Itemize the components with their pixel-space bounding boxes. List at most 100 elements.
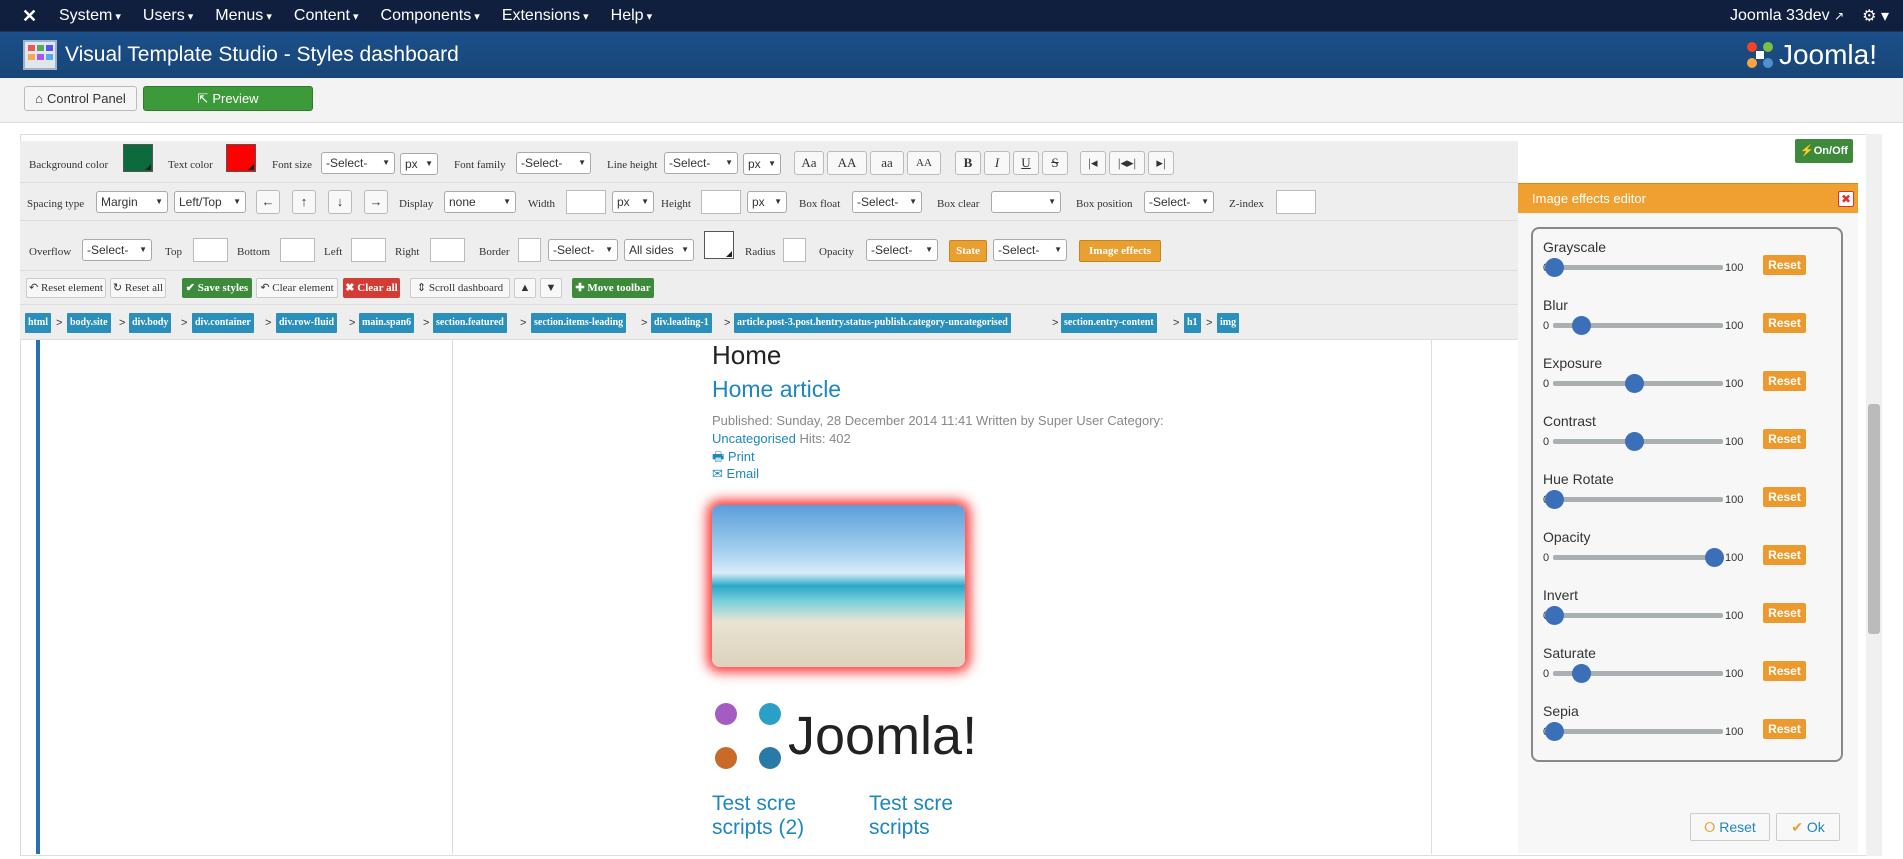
effect-slider-handle[interactable]: [1625, 432, 1644, 451]
control-panel-button[interactable]: ⌂ Control Panel: [24, 86, 137, 111]
arrow-left-icon[interactable]: ←: [256, 190, 280, 214]
state-button[interactable]: State: [949, 240, 987, 262]
menu-components[interactable]: Components: [370, 0, 491, 32]
email-link[interactable]: ✉ Email: [712, 466, 759, 482]
overflow-select[interactable]: -Select-: [82, 239, 152, 261]
path-main[interactable]: main.span6: [359, 313, 415, 333]
test-link-2[interactable]: Test scre scripts: [869, 792, 979, 840]
article-image[interactable]: [712, 505, 965, 667]
reset-all-button[interactable]: ↻ Reset all: [110, 278, 166, 298]
case-smallcaps-button[interactable]: AA: [907, 151, 941, 175]
effect-reset-button[interactable]: Reset: [1763, 719, 1806, 739]
effect-slider-handle[interactable]: [1545, 258, 1564, 277]
path-section-items-leading[interactable]: section.items-leading: [531, 313, 627, 333]
effect-reset-button[interactable]: Reset: [1763, 487, 1806, 507]
menu-help[interactable]: Help: [600, 0, 663, 32]
effect-slider-track[interactable]: [1553, 729, 1723, 734]
spacing-side-select[interactable]: Left/Top: [174, 191, 246, 213]
effect-slider-handle[interactable]: [1572, 664, 1592, 683]
menu-menus[interactable]: Menus: [204, 0, 283, 32]
move-toolbar-button[interactable]: ✚ Move toolbar: [572, 278, 654, 298]
height-unit-select[interactable]: px: [747, 191, 787, 213]
case-lowercase-button[interactable]: aa: [870, 151, 904, 175]
clear-all-button[interactable]: ✖ Clear all: [343, 278, 400, 298]
right-input[interactable]: [430, 238, 465, 262]
case-capitalize-button[interactable]: Aa: [794, 151, 824, 175]
effect-reset-button[interactable]: Reset: [1763, 313, 1806, 333]
bg-color-swatch[interactable]: [123, 144, 153, 172]
effect-slider-handle[interactable]: [1625, 374, 1644, 393]
italic-button[interactable]: I: [984, 151, 1010, 175]
border-sides-select[interactable]: All sides: [624, 239, 694, 261]
border-style-select[interactable]: -Select-: [548, 239, 618, 261]
page-scrollbar[interactable]: [1866, 134, 1882, 856]
effect-reset-button[interactable]: Reset: [1763, 255, 1806, 275]
bold-button[interactable]: B: [955, 151, 981, 175]
arrow-down-icon[interactable]: ↓: [328, 190, 352, 214]
test-link-1[interactable]: Test scre scripts (2): [712, 792, 822, 840]
effect-reset-button[interactable]: Reset: [1763, 371, 1806, 391]
effect-slider-handle[interactable]: [1545, 722, 1564, 741]
path-h1[interactable]: h1: [1184, 313, 1201, 333]
reset-element-button[interactable]: ↶ Reset element: [26, 278, 106, 298]
image-effects-button[interactable]: Image effects: [1079, 240, 1161, 262]
close-icon[interactable]: ✖: [1838, 191, 1854, 207]
caret-up-icon[interactable]: ▲: [514, 278, 536, 298]
on-off-button[interactable]: ⚡On/Off: [1795, 139, 1853, 163]
clear-element-button[interactable]: ↶ Clear element: [256, 278, 338, 298]
menu-content[interactable]: Content: [283, 0, 370, 32]
effect-slider-handle[interactable]: [1705, 548, 1724, 567]
line-height-unit-select[interactable]: px: [743, 153, 781, 175]
save-styles-button[interactable]: ✔ Save styles: [182, 278, 252, 298]
menu-system[interactable]: System: [48, 0, 132, 32]
box-clear-select[interactable]: [991, 191, 1061, 213]
text-color-swatch[interactable]: [226, 144, 256, 172]
joomla-icon[interactable]: ✕: [22, 6, 42, 26]
align-left-icon[interactable]: |◂: [1080, 151, 1106, 175]
z-index-input[interactable]: [1276, 190, 1316, 214]
panel-reset-button[interactable]: ⭘ Reset: [1690, 813, 1770, 841]
path-div-row-fluid[interactable]: div.row-fluid: [276, 313, 338, 333]
opacity-select[interactable]: -Select-: [866, 239, 938, 261]
font-family-select[interactable]: -Select-: [516, 152, 591, 174]
scrollbar-thumb[interactable]: [1868, 404, 1880, 634]
display-select[interactable]: none: [444, 191, 516, 213]
path-article[interactable]: article.post-3.post.hentry.status-publis…: [734, 313, 1011, 333]
width-input[interactable]: [566, 190, 606, 214]
effect-slider-track[interactable]: [1553, 497, 1723, 502]
effect-slider-track[interactable]: [1553, 265, 1723, 270]
border-width-input[interactable]: [518, 238, 541, 262]
align-right-icon[interactable]: ▸|: [1148, 151, 1174, 175]
panel-ok-button[interactable]: ✔ Ok: [1776, 813, 1840, 841]
path-img[interactable]: img: [1217, 313, 1240, 333]
arrow-up-icon[interactable]: ↑: [292, 190, 316, 214]
category-link[interactable]: Uncategorised: [712, 431, 796, 446]
effect-slider-track[interactable]: [1553, 555, 1723, 560]
path-section-featured[interactable]: section.featured: [433, 313, 507, 333]
width-unit-select[interactable]: px: [612, 191, 654, 213]
spacing-type-select[interactable]: Margin: [96, 191, 168, 213]
menu-extensions[interactable]: Extensions: [491, 0, 600, 32]
effect-reset-button[interactable]: Reset: [1763, 429, 1806, 449]
scroll-dashboard-button[interactable]: ⇕ Scroll dashboard: [410, 278, 510, 298]
case-uppercase-button[interactable]: AA: [827, 151, 867, 175]
line-height-select[interactable]: -Select-: [664, 152, 738, 174]
arrow-right-icon[interactable]: →: [364, 190, 388, 214]
top-input[interactable]: [193, 238, 228, 262]
menu-users[interactable]: Users: [132, 0, 204, 32]
effect-reset-button[interactable]: Reset: [1763, 603, 1806, 623]
box-float-select[interactable]: -Select-: [852, 191, 922, 213]
box-position-select[interactable]: -Select-: [1144, 191, 1214, 213]
path-div-leading[interactable]: div.leading-1: [651, 313, 712, 333]
path-body[interactable]: body.site: [67, 313, 111, 333]
effect-reset-button[interactable]: Reset: [1763, 661, 1806, 681]
path-html[interactable]: html: [25, 313, 51, 333]
align-center-icon[interactable]: |◂▸|: [1109, 151, 1145, 175]
site-link[interactable]: Joomla 33dev ↗: [1730, 7, 1844, 25]
effect-slider-handle[interactable]: [1572, 316, 1592, 335]
underline-button[interactable]: U: [1013, 151, 1039, 175]
radius-input[interactable]: [783, 238, 806, 262]
effect-slider-handle[interactable]: [1545, 490, 1564, 509]
strikethrough-button[interactable]: S: [1042, 151, 1068, 175]
path-div-container[interactable]: div.container: [192, 313, 254, 333]
